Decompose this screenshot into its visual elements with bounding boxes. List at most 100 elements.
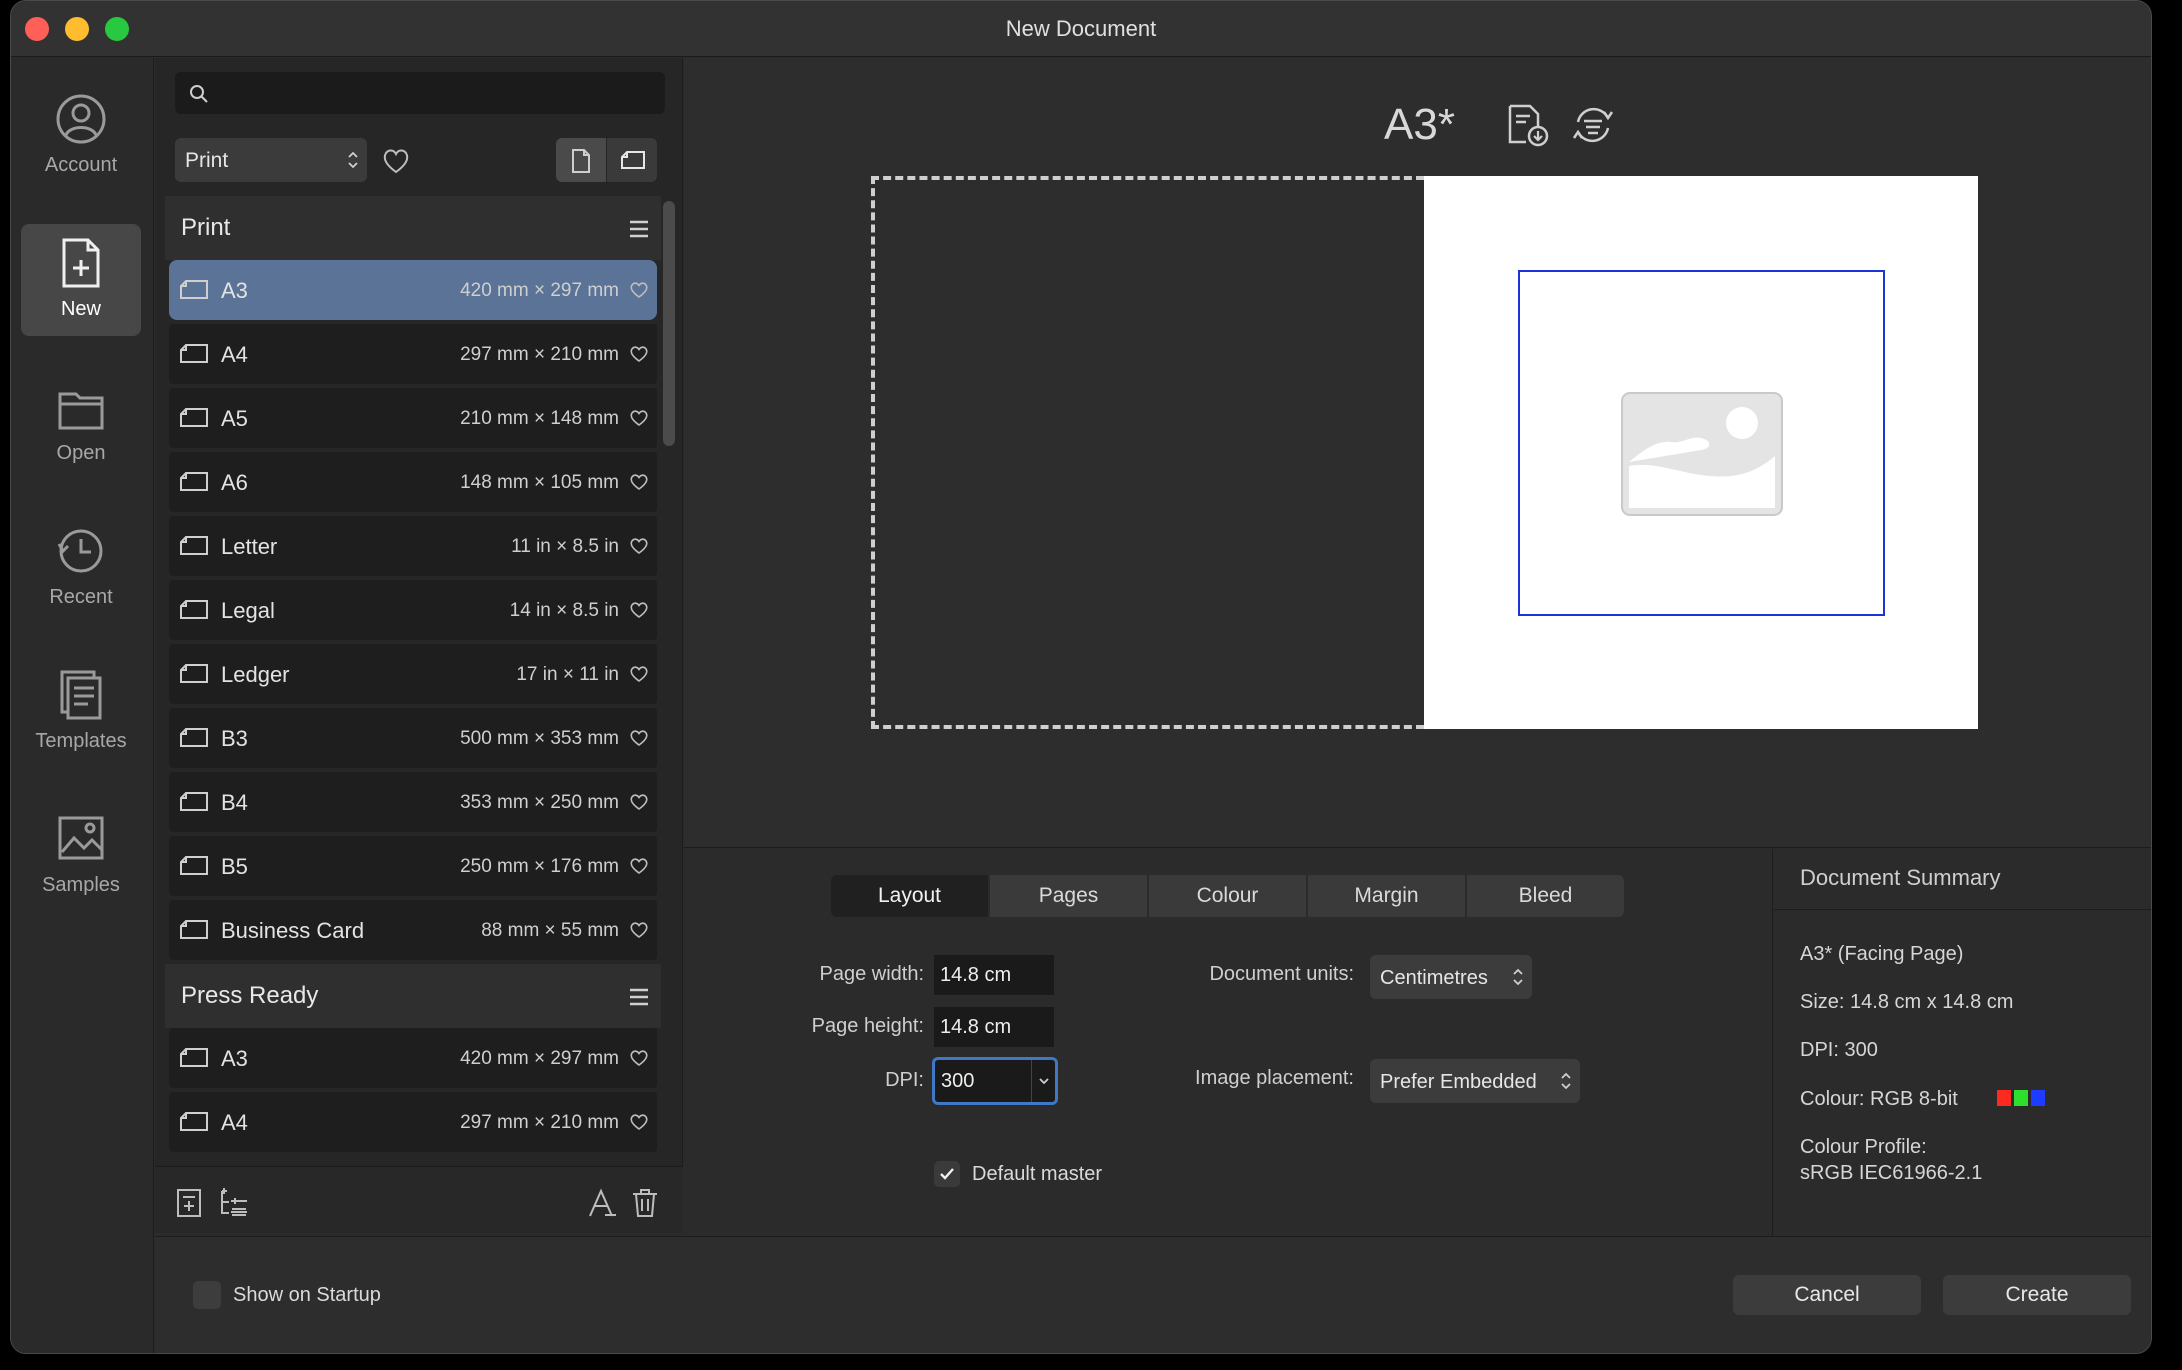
nav-item-templates[interactable]: Templates bbox=[21, 656, 141, 768]
image-placement-select[interactable]: Prefer Embedded bbox=[1370, 1059, 1580, 1103]
summary-profile-label: Colour Profile: bbox=[1800, 1136, 1927, 1158]
dpi-label: DPI: bbox=[885, 1069, 924, 1091]
preset-row[interactable]: B4 353 mm × 250 mm bbox=[169, 772, 657, 832]
preset-row[interactable]: A6 148 mm × 105 mm bbox=[169, 452, 657, 512]
document-units-label: Document units: bbox=[1209, 963, 1354, 985]
trash-icon[interactable] bbox=[629, 1187, 661, 1219]
favorite-heart-icon[interactable] bbox=[629, 280, 649, 300]
nav-item-account[interactable]: Account bbox=[21, 80, 141, 192]
nav-label-open: Open bbox=[56, 442, 106, 464]
nav-item-recent[interactable]: Recent bbox=[21, 512, 141, 624]
tab-colour[interactable]: Colour bbox=[1149, 875, 1306, 917]
page-height-field[interactable]: 14.8 cm bbox=[934, 1007, 1054, 1047]
preset-name: A4 bbox=[221, 342, 248, 367]
landscape-orientation-button[interactable] bbox=[607, 138, 657, 182]
preset-group-header[interactable]: Press Ready bbox=[165, 964, 661, 1028]
preset-name: Ledger bbox=[221, 662, 290, 687]
favorite-heart-icon[interactable] bbox=[629, 408, 649, 428]
portrait-page-icon bbox=[572, 149, 590, 173]
chevron-updown-icon bbox=[1513, 968, 1523, 986]
favorite-heart-icon[interactable] bbox=[629, 1112, 649, 1132]
category-select[interactable]: Print bbox=[175, 138, 367, 182]
dpi-combobox[interactable]: 300 bbox=[932, 1057, 1058, 1105]
summary-dpi: DPI: 300 bbox=[1800, 1039, 1878, 1061]
rename-preset-icon[interactable] bbox=[587, 1187, 619, 1219]
preset-size: 88 mm × 55 mm bbox=[481, 920, 619, 941]
preset-name: Letter bbox=[221, 534, 278, 559]
page-width-field[interactable]: 14.8 cm bbox=[934, 955, 1054, 995]
favorite-heart-icon[interactable] bbox=[629, 600, 649, 620]
facing-page-left bbox=[871, 176, 1424, 729]
favorite-heart-icon[interactable] bbox=[629, 1048, 649, 1068]
preset-list-scrollbar[interactable] bbox=[663, 201, 675, 446]
tab-layout[interactable]: Layout bbox=[831, 875, 988, 917]
landscape-page-icon bbox=[180, 344, 208, 363]
preset-row[interactable]: A4 297 mm × 210 mm bbox=[169, 324, 657, 384]
account-icon bbox=[56, 94, 106, 144]
favorites-heart-icon[interactable] bbox=[381, 146, 411, 176]
favorite-heart-icon[interactable] bbox=[629, 472, 649, 492]
favorite-heart-icon[interactable] bbox=[629, 536, 649, 556]
preset-row[interactable]: A3 420 mm × 297 mm bbox=[169, 260, 657, 320]
preset-list: Print A3 420 mm × 297 mm A4 297 mm × 210 mm A… bbox=[165, 196, 661, 1166]
preset-row[interactable]: Ledger 17 in × 11 in bbox=[169, 644, 657, 704]
show-on-startup-checkbox[interactable] bbox=[193, 1281, 221, 1309]
preset-search[interactable] bbox=[175, 72, 665, 114]
nav-item-open[interactable]: Open bbox=[21, 368, 141, 480]
preset-size: 17 in × 11 in bbox=[516, 664, 619, 685]
save-preset-icon[interactable] bbox=[1504, 102, 1550, 148]
nav-item-samples[interactable]: Samples bbox=[21, 800, 141, 912]
favorite-heart-icon[interactable] bbox=[629, 792, 649, 812]
favorite-heart-icon[interactable] bbox=[629, 664, 649, 684]
document-options-icon[interactable] bbox=[1570, 102, 1616, 148]
preset-name: B3 bbox=[221, 726, 248, 751]
favorite-heart-icon[interactable] bbox=[629, 728, 649, 748]
default-master-checkbox[interactable] bbox=[934, 1161, 960, 1187]
cancel-button[interactable]: Cancel bbox=[1733, 1275, 1921, 1315]
nav-label-account: Account bbox=[44, 154, 118, 176]
favorite-heart-icon[interactable] bbox=[629, 344, 649, 364]
group-menu-icon[interactable] bbox=[629, 988, 649, 1006]
preset-size: 148 mm × 105 mm bbox=[460, 472, 619, 493]
show-on-startup-label: Show on Startup bbox=[233, 1284, 381, 1306]
preset-size: 11 in × 8.5 in bbox=[511, 536, 619, 557]
new-document-icon bbox=[62, 238, 100, 288]
create-button[interactable]: Create bbox=[1943, 1275, 2131, 1315]
document-summary: Document Summary A3* (Facing Page) Size:… bbox=[1774, 849, 2151, 1236]
preset-name: A4 bbox=[221, 1110, 248, 1135]
dpi-dropdown-button[interactable] bbox=[1031, 1060, 1055, 1102]
search-input[interactable] bbox=[221, 78, 651, 108]
image-placement-value: Prefer Embedded bbox=[1380, 1071, 1537, 1093]
preset-row[interactable]: Letter 11 in × 8.5 in bbox=[169, 516, 657, 576]
preset-name: B4 bbox=[221, 790, 248, 815]
preset-size: 353 mm × 250 mm bbox=[460, 792, 619, 813]
add-group-icon[interactable] bbox=[217, 1187, 249, 1219]
preset-row[interactable]: A4 297 mm × 210 mm bbox=[169, 1092, 657, 1152]
preset-row[interactable]: A5 210 mm × 148 mm bbox=[169, 388, 657, 448]
preset-row[interactable]: A3 420 mm × 297 mm bbox=[169, 1028, 657, 1088]
tab-margin[interactable]: Margin bbox=[1308, 875, 1465, 917]
group-menu-icon[interactable] bbox=[629, 220, 649, 238]
nav-item-new[interactable]: New bbox=[21, 224, 141, 336]
add-preset-icon[interactable] bbox=[173, 1187, 205, 1219]
image-placement-label: Image placement: bbox=[1195, 1067, 1354, 1089]
chevron-updown-icon bbox=[348, 151, 358, 169]
preset-row[interactable]: B3 500 mm × 353 mm bbox=[169, 708, 657, 768]
tab-bleed[interactable]: Bleed bbox=[1467, 875, 1624, 917]
favorite-heart-icon[interactable] bbox=[629, 920, 649, 940]
templates-icon bbox=[60, 670, 102, 720]
document-units-select[interactable]: Centimetres bbox=[1370, 955, 1532, 999]
preset-group-header[interactable]: Print bbox=[165, 196, 661, 260]
landscape-page-icon bbox=[180, 728, 208, 747]
category-select-value: Print bbox=[185, 149, 229, 172]
portrait-orientation-button[interactable] bbox=[556, 138, 606, 182]
bottom-bar: Show on Startup Cancel Create bbox=[155, 1236, 2151, 1353]
summary-profile: sRGB IEC61966-2.1 bbox=[1800, 1162, 1983, 1184]
favorite-heart-icon[interactable] bbox=[629, 856, 649, 876]
tab-pages[interactable]: Pages bbox=[990, 875, 1147, 917]
preset-row[interactable]: Business Card 88 mm × 55 mm bbox=[169, 900, 657, 960]
preset-name: Legal bbox=[221, 598, 275, 623]
preset-row[interactable]: Legal 14 in × 8.5 in bbox=[169, 580, 657, 640]
preset-row[interactable]: B5 250 mm × 176 mm bbox=[169, 836, 657, 896]
preset-group-title: Print bbox=[181, 214, 231, 241]
